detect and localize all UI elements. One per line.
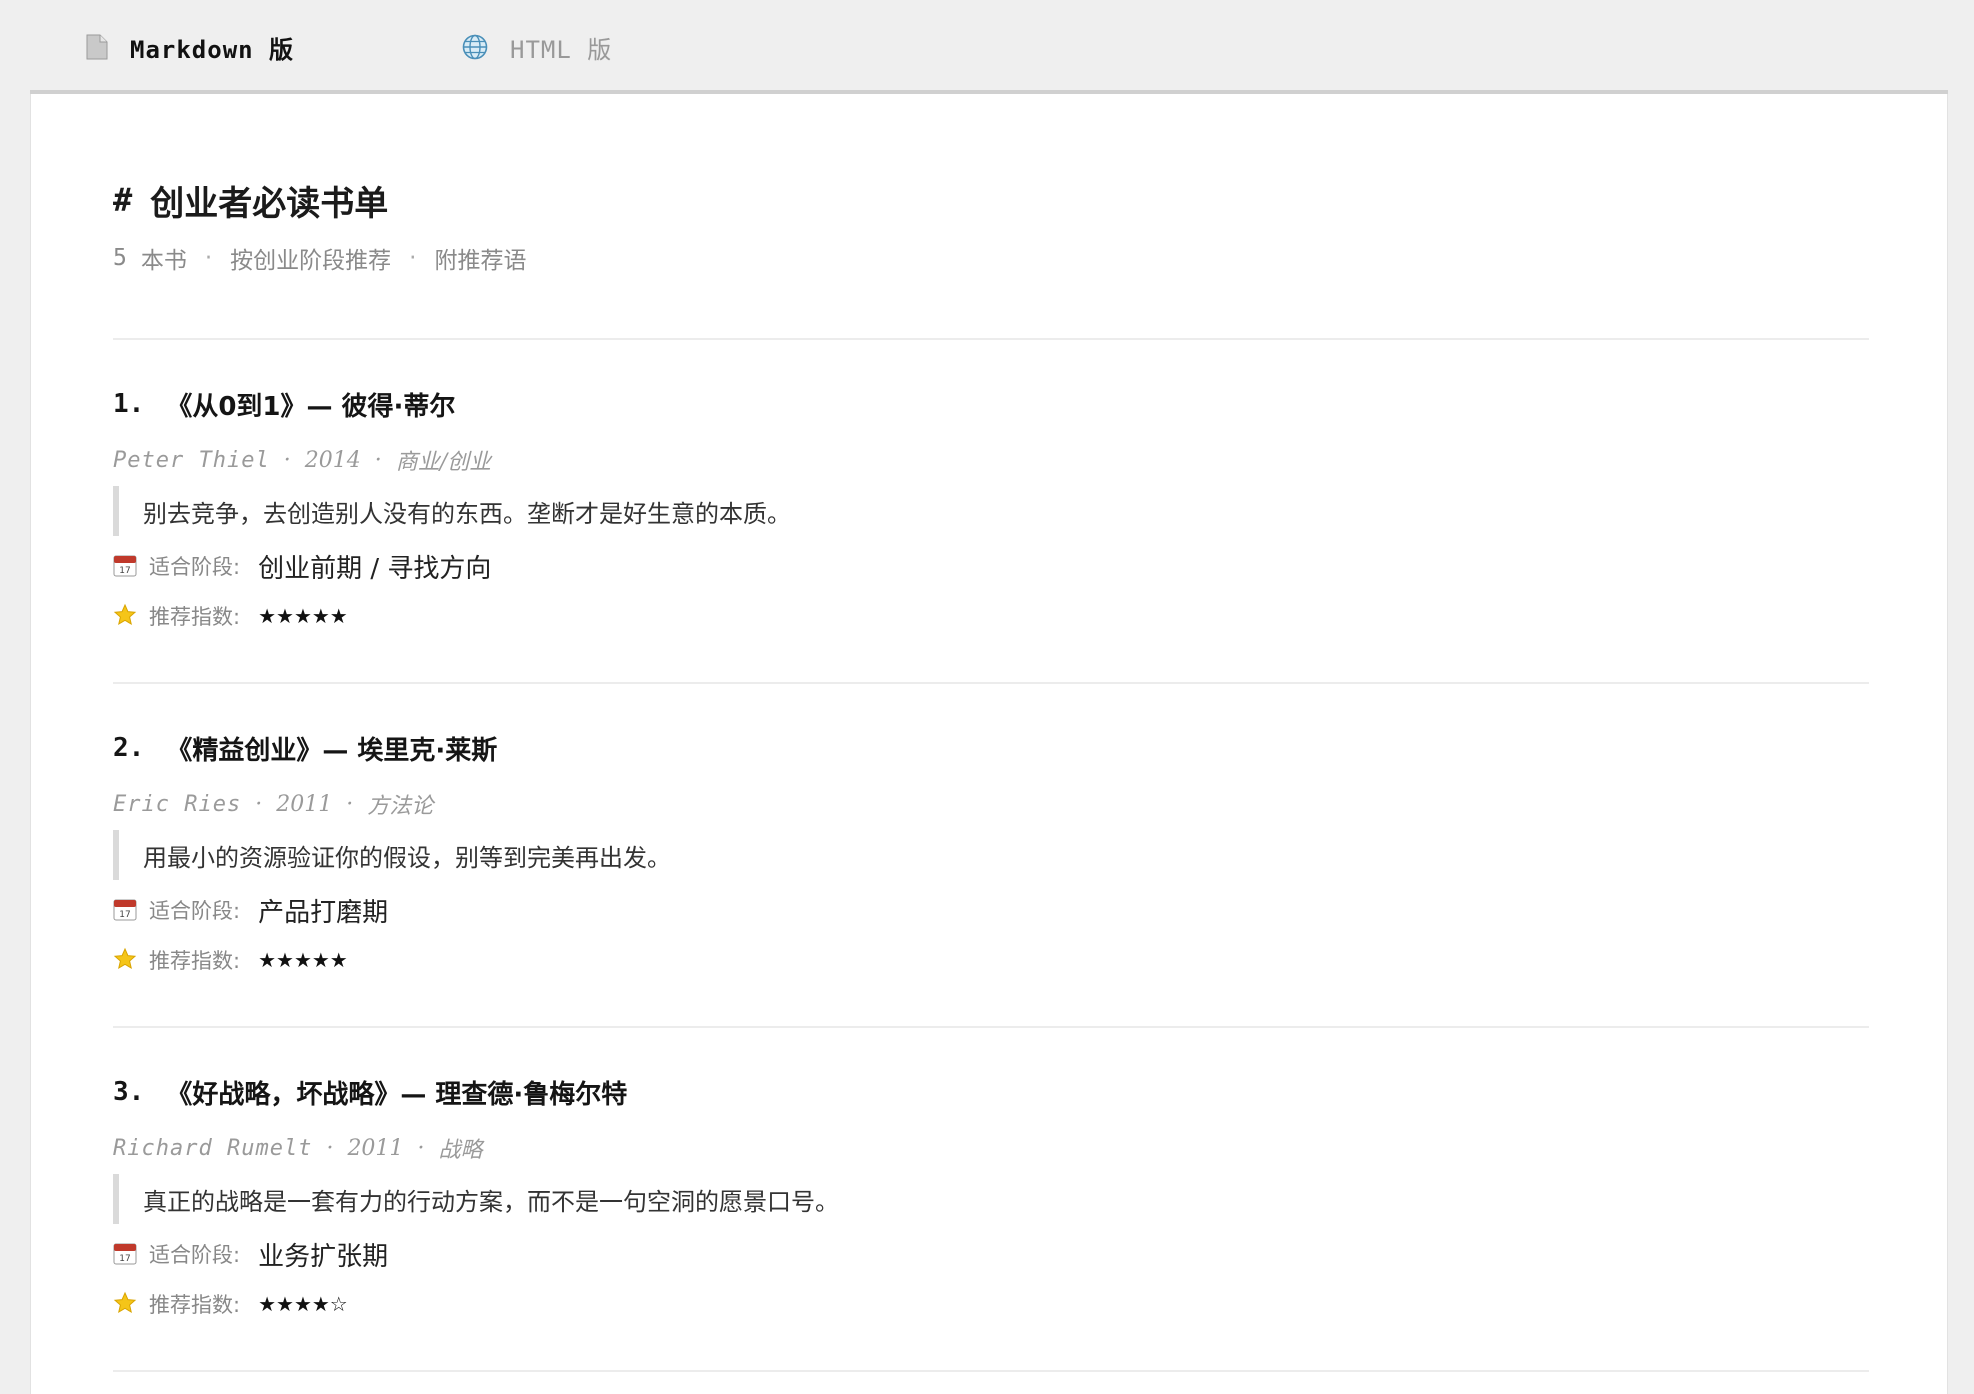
calendar-icon: 17 [113, 553, 139, 579]
meta-item: 按创业阶段推荐 [230, 248, 392, 274]
separator: · [326, 1135, 334, 1161]
tab-markdown[interactable]: Markdown 版 [30, 0, 374, 98]
book-year: 2011 [347, 1135, 404, 1161]
stage-row: 17 适合阶段: 业务扩张期 [113, 1234, 1869, 1274]
star-icon [113, 1291, 139, 1317]
book-author: Richard Rumelt [113, 1135, 313, 1161]
separator: · [346, 791, 354, 817]
rating-label: 推荐指数: [149, 1293, 241, 1317]
book-entry: 2. 《精益创业》— 埃里克·莱斯 Eric Ries · 2011 · 方法论… [113, 684, 1869, 1026]
document-panel: # 创业者必读书单 5 本书 · 按创业阶段推荐 · 附推荐语 1. 《从0到1… [30, 94, 1948, 1394]
meta-item: 附推荐语 [434, 248, 527, 274]
rating-row: 推荐指数: ★★★★★ [113, 596, 1869, 636]
tab-html[interactable]: HTML 版 [430, 0, 690, 94]
svg-text:17: 17 [119, 910, 130, 920]
book-author: Eric Ries [113, 791, 242, 817]
book-title-text: 《好战略，坏战略》— 理查德·鲁梅尔特 [166, 1079, 628, 1110]
book-year: 2011 [276, 791, 333, 817]
book-category: 商业/创业 [395, 450, 492, 475]
separator: · [283, 447, 291, 473]
book-title: 1. 《从0到1》— 彼得·蒂尔 [113, 384, 1869, 424]
stage-label: 适合阶段: [149, 899, 241, 923]
stage-row: 17 适合阶段: 创业前期 / 寻找方向 [113, 546, 1869, 586]
tab-bar: Markdown 版 HTML 版 [30, 0, 1948, 98]
rating-row: 推荐指数: ★★★★☆ [113, 1284, 1869, 1324]
heading-marker: # [113, 181, 133, 219]
book-title-text: 《精益创业》— 埃里克·莱斯 [166, 735, 498, 766]
book-index: 3. [113, 1077, 145, 1107]
tab-label: HTML 版 [510, 35, 613, 64]
book-author: Peter Thiel [113, 447, 270, 473]
rating-stars: ★★★★☆ [258, 1292, 348, 1316]
rating-row: 推荐指数: ★★★★★ [113, 940, 1869, 980]
book-index: 1. [113, 389, 145, 419]
title-text: 创业者必读书单 [150, 183, 389, 224]
book-count-unit: 本书 [140, 248, 187, 274]
book-quote: 别去竞争，去创造别人没有的东西。垄断才是好生意的本质。 [113, 486, 1869, 536]
separator: · [374, 447, 382, 473]
rating-label: 推荐指数: [149, 949, 241, 973]
calendar-icon: 17 [113, 897, 139, 923]
globe-icon [462, 34, 488, 60]
book-quote: 真正的战略是一套有力的行动方案，而不是一句空洞的愿景口号。 [113, 1174, 1869, 1224]
book-meta: Eric Ries · 2011 · 方法论 [113, 786, 1869, 822]
book-title: 3. 《好战略，坏战略》— 理查德·鲁梅尔特 [113, 1072, 1869, 1112]
book-category: 方法论 [367, 794, 434, 819]
stage-value: 创业前期 / 寻找方向 [258, 553, 492, 584]
star-icon [113, 947, 139, 973]
document-content: # 创业者必读书单 5 本书 · 按创业阶段推荐 · 附推荐语 1. 《从0到1… [113, 94, 1869, 1372]
stage-value: 业务扩张期 [258, 1241, 389, 1272]
doc-meta: 5 本书 · 按创业阶段推荐 · 附推荐语 [113, 240, 1869, 276]
stage-value: 产品打磨期 [258, 897, 389, 928]
separator: · [255, 791, 263, 817]
book-title-text: 《从0到1》— 彼得·蒂尔 [166, 391, 456, 422]
calendar-icon: 17 [113, 1241, 139, 1267]
rating-label: 推荐指数: [149, 605, 241, 629]
stage-label: 适合阶段: [149, 1243, 241, 1267]
book-index: 2. [113, 733, 145, 763]
rating-stars: ★★★★★ [258, 948, 348, 972]
book-entry: 3. 《好战略，坏战略》— 理查德·鲁梅尔特 Richard Rumelt · … [113, 1028, 1869, 1370]
tab-label: Markdown 版 [130, 35, 295, 64]
book-entry: 1. 《从0到1》— 彼得·蒂尔 Peter Thiel · 2014 · 商业… [113, 340, 1869, 682]
svg-text:17: 17 [119, 1254, 130, 1264]
rating-stars: ★★★★★ [258, 604, 348, 628]
separator: · [204, 245, 213, 271]
book-year: 2014 [304, 447, 361, 473]
book-category: 战略 [438, 1138, 483, 1163]
book-title: 2. 《精益创业》— 埃里克·莱斯 [113, 728, 1869, 768]
book-quote: 用最小的资源验证你的假设，别等到完美再出发。 [113, 830, 1869, 880]
book-count: 5 [113, 245, 127, 271]
stage-label: 适合阶段: [149, 555, 241, 579]
svg-text:17: 17 [119, 566, 130, 576]
separator: · [417, 1135, 425, 1161]
star-icon [113, 603, 139, 629]
document-icon [86, 34, 108, 60]
page-title: # 创业者必读书单 [113, 172, 1869, 228]
stage-row: 17 适合阶段: 产品打磨期 [113, 890, 1869, 930]
divider [113, 1370, 1869, 1372]
book-meta: Richard Rumelt · 2011 · 战略 [113, 1130, 1869, 1166]
book-meta: Peter Thiel · 2014 · 商业/创业 [113, 442, 1869, 478]
separator: · [409, 245, 417, 271]
